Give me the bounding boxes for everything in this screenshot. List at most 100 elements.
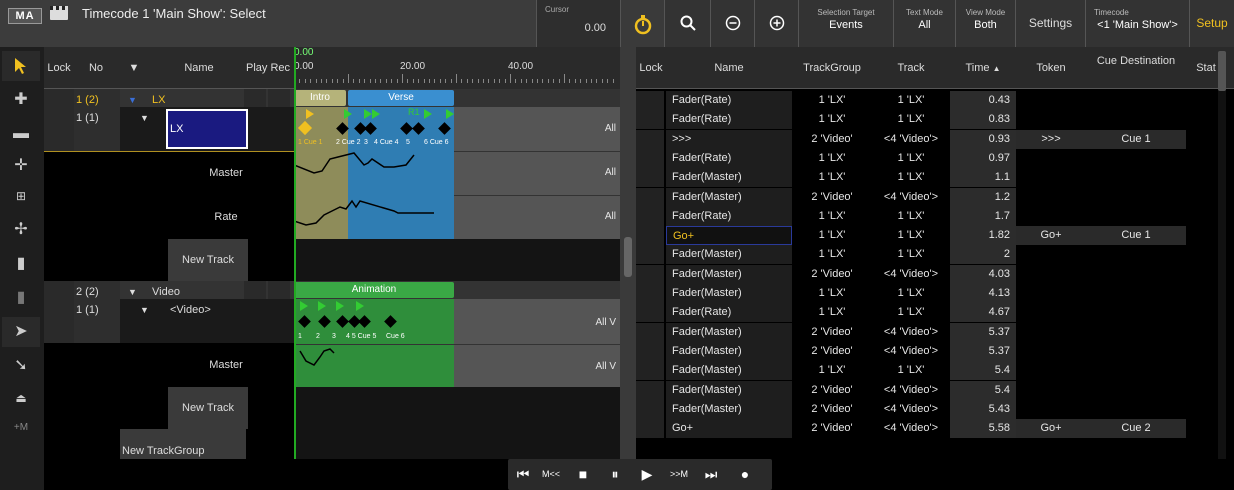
event-row[interactable]: Fader(Rate) 1 'LX' 1 'LX' 0.97 <box>636 148 1196 168</box>
zoom-button[interactable] <box>664 0 710 47</box>
track-row[interactable]: Master <box>44 343 294 387</box>
lock-cell[interactable] <box>636 168 664 188</box>
stopwatch-button[interactable] <box>620 0 664 47</box>
track-row[interactable]: New TrackGroup <box>44 429 294 459</box>
event-row[interactable]: Fader(Master) 1 'LX' 1 'LX' 5.4 <box>636 361 1196 381</box>
collapse-toggle[interactable]: ▼ <box>128 281 144 299</box>
lock-cell[interactable] <box>44 89 74 107</box>
lock-cell[interactable] <box>636 322 664 342</box>
collapse-toggle[interactable]: ▼ <box>128 89 144 107</box>
selection-target-button[interactable]: Selection Target Events <box>798 0 893 47</box>
track-name[interactable]: New Track <box>168 387 248 429</box>
lock-cell[interactable] <box>636 129 664 149</box>
event-row[interactable]: Fader(Rate) 1 'LX' 1 'LX' 0.43 <box>636 91 1196 110</box>
pane-divider[interactable] <box>620 47 636 459</box>
rec-toggle[interactable] <box>268 281 290 299</box>
col-name[interactable]: Name <box>666 47 792 89</box>
rec-toggle[interactable] <box>268 89 290 107</box>
marker-rewind-button[interactable]: M<< <box>536 459 566 490</box>
event-row[interactable]: Fader(Rate) 1 'LX' 1 'LX' 0.83 <box>636 110 1196 130</box>
col-lock[interactable]: Lock <box>636 47 666 89</box>
event-row[interactable]: Fader(Master) 1 'LX' 1 'LX' 1.1 <box>636 168 1196 188</box>
play-toggle[interactable] <box>244 89 266 107</box>
lock-cell[interactable] <box>636 245 664 265</box>
lock-cell[interactable] <box>636 148 664 168</box>
event-row[interactable]: Fader(Rate) 1 'LX' 1 'LX' 1.7 <box>636 206 1196 226</box>
page-button[interactable]: ▮ <box>2 283 40 313</box>
event-row[interactable]: Fader(Master) 1 'LX' 1 'LX' 4.13 <box>636 284 1196 303</box>
lock-cell[interactable] <box>636 284 664 303</box>
track-name[interactable]: LX <box>166 109 248 149</box>
cursor-display[interactable]: Cursor 0.00 <box>536 0 620 47</box>
lock-cell[interactable] <box>44 281 74 299</box>
marker-forward-button[interactable]: >>M <box>664 459 694 490</box>
track-name[interactable]: Master <box>168 151 294 195</box>
col-name[interactable]: Name <box>164 47 234 89</box>
track-name[interactable]: New Track <box>168 239 248 281</box>
track-row[interactable]: New Track <box>44 387 294 429</box>
lock-cell[interactable] <box>636 341 664 361</box>
event-row[interactable]: Fader(Master) 2 'Video' <4 'Video'> 5.37 <box>636 341 1196 361</box>
pane-splitter-handle[interactable] <box>624 237 632 277</box>
record-button[interactable]: ● <box>730 459 760 490</box>
lock-cell[interactable] <box>636 419 664 439</box>
settings-button[interactable]: Settings <box>1015 0 1085 47</box>
select-tool-button[interactable] <box>2 51 40 81</box>
text-mode-button[interactable]: Text Mode All <box>893 0 955 47</box>
move-button[interactable]: ✛ <box>2 151 40 181</box>
collapse-toggle[interactable]: ▼ <box>140 107 156 151</box>
track-row[interactable]: 2 (2) ▼ Video <box>44 281 294 299</box>
track-name[interactable]: Master <box>168 343 294 387</box>
event-row[interactable]: Fader(Master) 1 'LX' 1 'LX' 2 <box>636 245 1196 265</box>
track-row[interactable]: New Track <box>44 239 294 281</box>
event-row[interactable]: Fader(Master) 2 'Video' <4 'Video'> 5.43 <box>636 399 1196 419</box>
track-name[interactable]: <Video> <box>170 299 250 343</box>
playhead[interactable] <box>294 47 296 459</box>
lock-cell[interactable] <box>636 110 664 130</box>
lock-cell[interactable] <box>636 187 664 207</box>
track-row[interactable]: 1 (2) ▼ LX <box>44 89 294 107</box>
add-marker-button[interactable]: +M <box>2 413 40 443</box>
setup-button[interactable]: Setup <box>1189 0 1234 47</box>
col-time[interactable]: Time ▲ <box>950 47 1016 89</box>
add-button[interactable]: ✚ <box>2 85 40 115</box>
track-name[interactable]: New TrackGroup <box>120 429 246 459</box>
scrollbar-thumb[interactable] <box>1218 51 1226 91</box>
time-ruler[interactable]: 0.00 0.00 20.00 40.00 <box>294 47 620 89</box>
lock-cell[interactable] <box>636 91 664 110</box>
pause-button[interactable]: ⏸ <box>600 459 630 490</box>
track-row[interactable]: 1 (1) ▼ <Video> <box>44 299 294 343</box>
track-row[interactable]: Master <box>44 151 294 195</box>
event-intro[interactable]: Intro <box>294 90 346 106</box>
lock-cell[interactable] <box>636 226 664 246</box>
play-toggle[interactable] <box>244 281 266 299</box>
timecode-selector[interactable]: Timecode <1 'Main Show'> <box>1085 0 1189 47</box>
play-button[interactable]: ▶ <box>632 459 662 490</box>
collapse-toggle[interactable]: ▼ <box>140 299 156 343</box>
event-row[interactable]: Fader(Master) 2 'Video' <4 'Video'> 4.03 <box>636 264 1196 284</box>
track-row[interactable]: Rate <box>44 195 294 239</box>
track-name[interactable]: LX <box>152 89 242 107</box>
event-row[interactable]: Fader(Master) 2 'Video' <4 'Video'> 5.37 <box>636 322 1196 342</box>
remove-button[interactable]: ▬ <box>2 119 40 149</box>
lock-cell[interactable] <box>636 264 664 284</box>
col-cue-destination[interactable]: Cue Destination <box>1086 47 1186 89</box>
view-mode-button[interactable]: View Mode Both <box>955 0 1015 47</box>
scrollbar-track[interactable] <box>1218 89 1226 459</box>
event-verse[interactable]: Verse <box>348 90 454 106</box>
event-row[interactable]: Go+ 1 'LX' 1 'LX' 1.82 Go+ Cue 1 <box>636 226 1196 246</box>
snap-button[interactable]: ▮ <box>2 249 40 279</box>
event-row[interactable]: Fader(Master) 2 'Video' <4 'Video'> 5.4 <box>636 380 1196 400</box>
stop-button[interactable]: ■ <box>568 459 598 490</box>
col-trackgroup[interactable]: TrackGroup <box>792 47 872 89</box>
col-no[interactable]: No <box>76 47 116 89</box>
expand-all-toggle[interactable]: ▼ <box>124 47 144 89</box>
lock-cell[interactable] <box>44 299 74 343</box>
track-name[interactable]: Video <box>152 281 242 299</box>
lock-cell[interactable] <box>636 303 664 323</box>
event-animation[interactable]: Animation <box>294 282 454 298</box>
cursor-mode-button[interactable]: ➤ <box>2 317 40 347</box>
zoom-out-button[interactable] <box>710 0 754 47</box>
lock-cell[interactable] <box>636 380 664 400</box>
track-name[interactable]: Rate <box>168 195 294 239</box>
